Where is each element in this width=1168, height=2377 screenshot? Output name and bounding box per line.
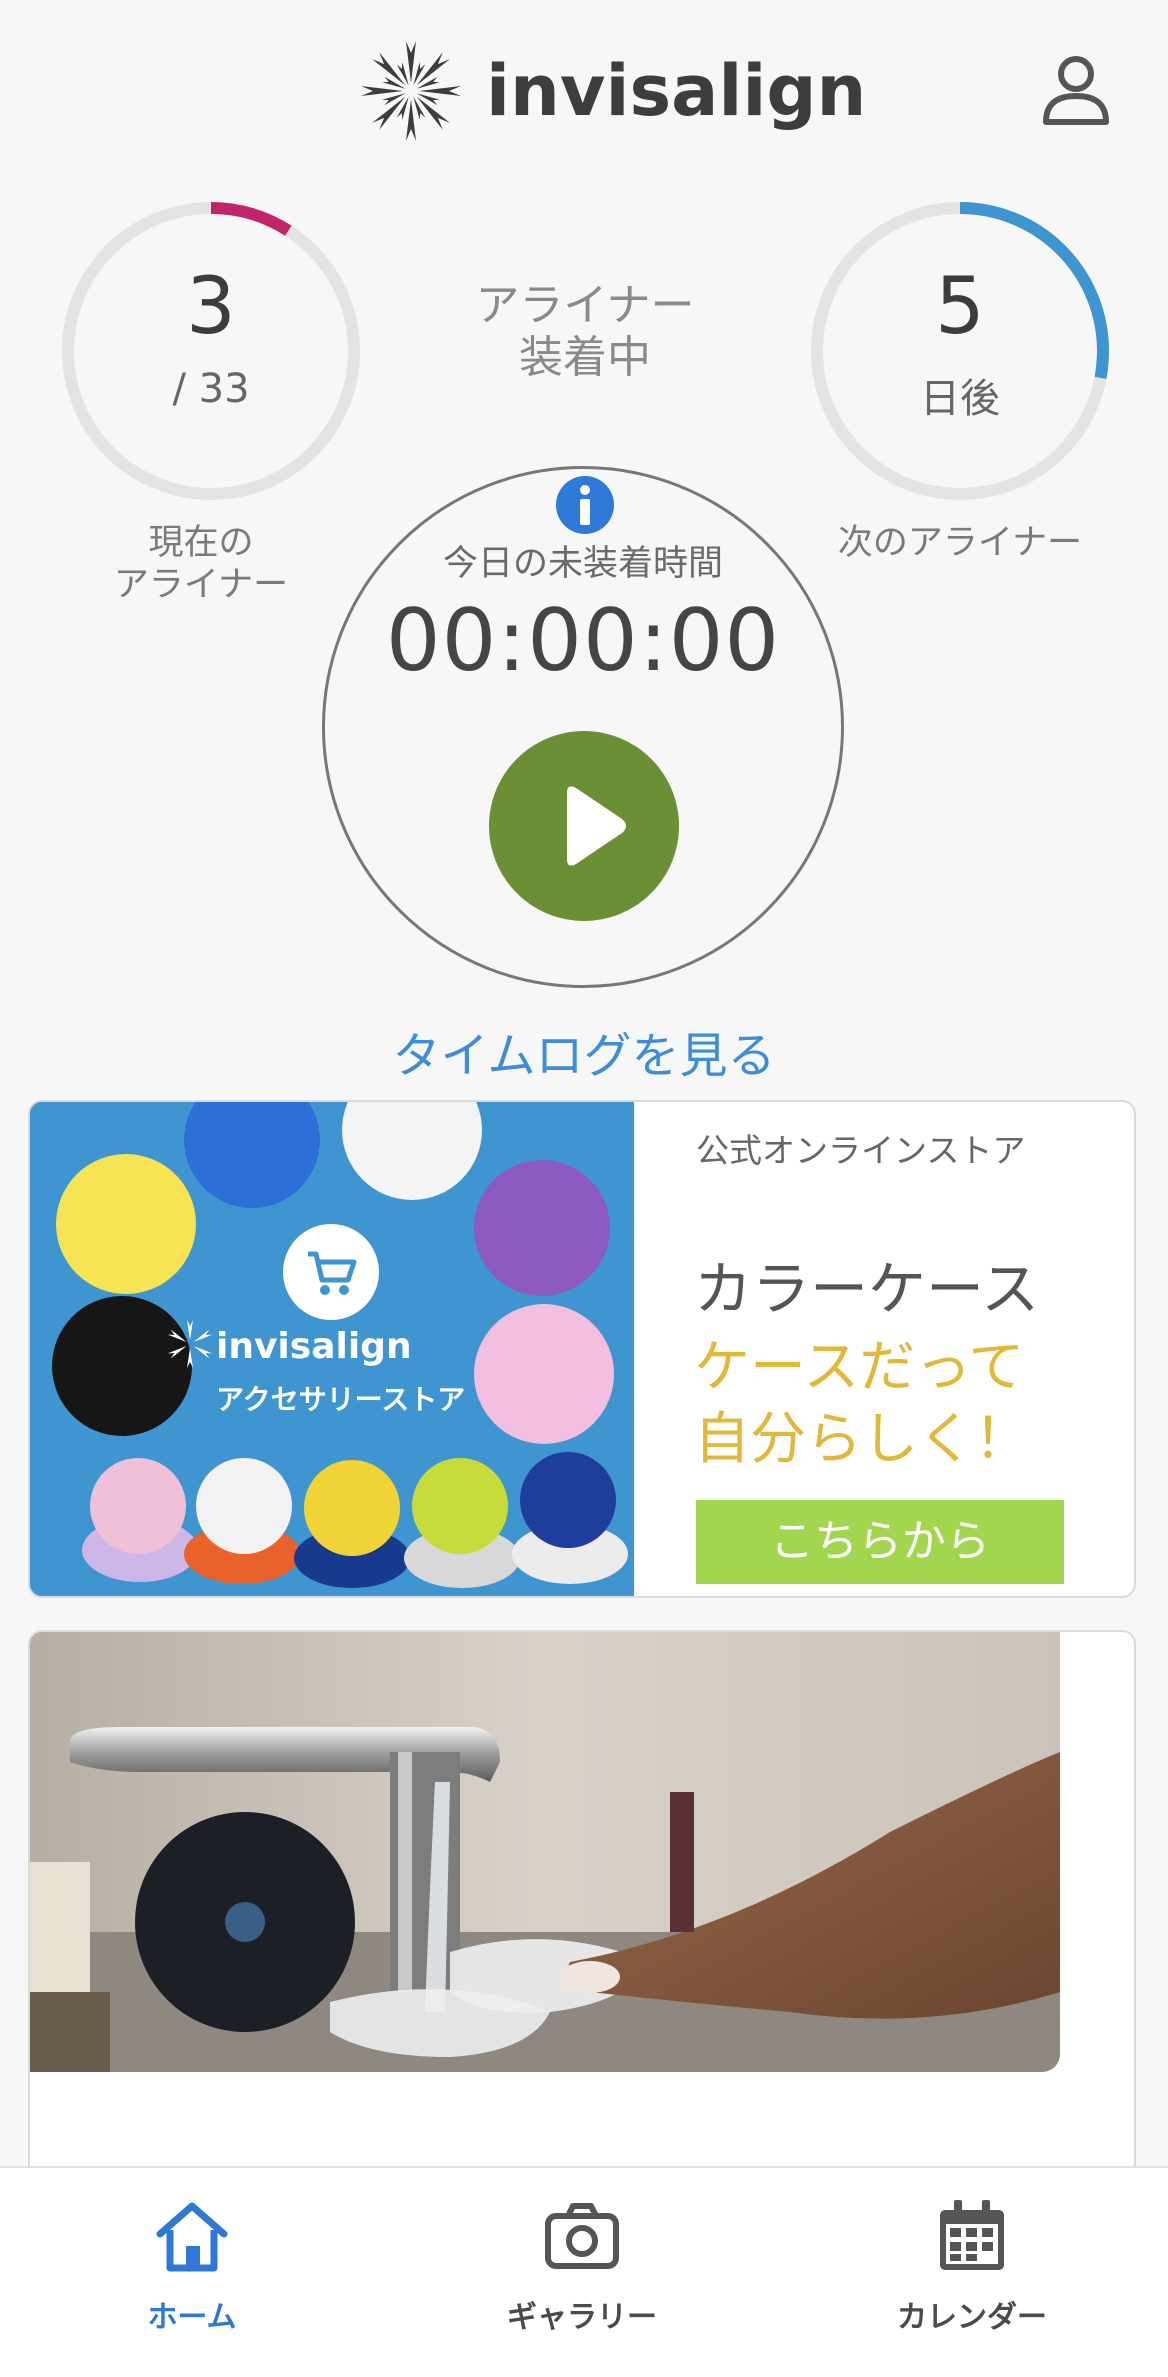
home-icon — [156, 2202, 228, 2272]
timer-value: 00:00:00 — [385, 591, 781, 691]
status-line: 装着中 — [519, 332, 651, 383]
nav-tab-home[interactable]: ホーム — [42, 2190, 342, 2360]
wearing-status: アライナー 装着中 — [440, 280, 730, 384]
store-cta-button[interactable]: こちらから — [696, 1500, 1064, 1584]
next-aligner-ring: 5 日後 — [805, 196, 1115, 506]
nav-label-gallery: ギャラリー — [507, 2300, 657, 2335]
caption-line: 現在の — [148, 523, 254, 563]
current-aligner-number: 3 — [186, 262, 236, 352]
store-kicker: 公式オンラインストア — [696, 1131, 1026, 1170]
off-time-timer: 今日の未装着時間 00:00:00 — [322, 466, 844, 988]
info-icon — [556, 476, 614, 534]
banner-subtitle: アクセサリーストア — [216, 1383, 466, 1416]
play-icon — [567, 786, 626, 866]
store-tagline: ケースだって 自分らしく！ — [694, 1332, 1030, 1476]
camera-icon — [545, 2203, 619, 2269]
caption-line: アライナー — [113, 565, 289, 605]
status-line: アライナー — [475, 280, 695, 331]
home-screen: invisalign 3 / 33 現在の アライナー アライナー 装着中 5 — [0, 0, 1168, 2377]
next-aligner-unit: 日後 — [920, 376, 1000, 422]
nav-tab-gallery[interactable]: ギャラリー — [432, 2190, 732, 2360]
current-aligner-total: / 33 — [172, 366, 250, 412]
tagline-line: 自分らしく！ — [694, 1407, 1030, 1472]
store-title: カラーケース — [694, 1255, 1040, 1323]
banner-brand: invisalign — [216, 1326, 412, 1367]
timer-label: 今日の未装着時間 — [442, 544, 723, 584]
view-timelog-link[interactable]: タイムログを見る — [0, 1016, 1168, 1086]
faucet-photo-illustration — [30, 1632, 1060, 2072]
store-promo-card[interactable]: invisalign アクセサリーストア 公式オンラインストア カラーケース ケ… — [28, 1100, 1136, 1598]
start-timer-button[interactable] — [489, 731, 679, 921]
invisalign-logo: invisalign — [356, 36, 866, 146]
user-profile-icon — [1043, 56, 1109, 125]
accessory-store-banner: invisalign アクセサリーストア — [30, 1102, 634, 1596]
bottom-navigation: ホーム ギャラリー カレンダー — [0, 2166, 1168, 2377]
aligner-rinse-photo — [30, 1632, 1060, 2072]
next-aligner-caption: 次のアライナー — [837, 523, 1083, 563]
calendar-icon — [940, 2200, 1004, 2270]
nav-tab-calendar[interactable]: カレンダー — [822, 2190, 1122, 2360]
nav-label-calendar: カレンダー — [897, 2300, 1047, 2335]
starburst-logo-icon — [361, 41, 461, 141]
info-button[interactable] — [555, 475, 615, 535]
current-aligner-caption: 現在の アライナー — [56, 522, 346, 606]
brand-name: invisalign — [486, 50, 867, 132]
nav-label-home: ホーム — [147, 2300, 237, 2335]
store-promo-text: 公式オンラインストア カラーケース ケースだって 自分らしく！ こちらから — [634, 1102, 1134, 1596]
next-aligner-days: 5 — [935, 262, 985, 352]
app-header: invisalign — [0, 0, 1168, 180]
tagline-line: ケースだって — [694, 1335, 1025, 1400]
current-aligner-ring: 3 / 33 — [56, 196, 366, 506]
profile-button[interactable] — [1036, 52, 1116, 132]
